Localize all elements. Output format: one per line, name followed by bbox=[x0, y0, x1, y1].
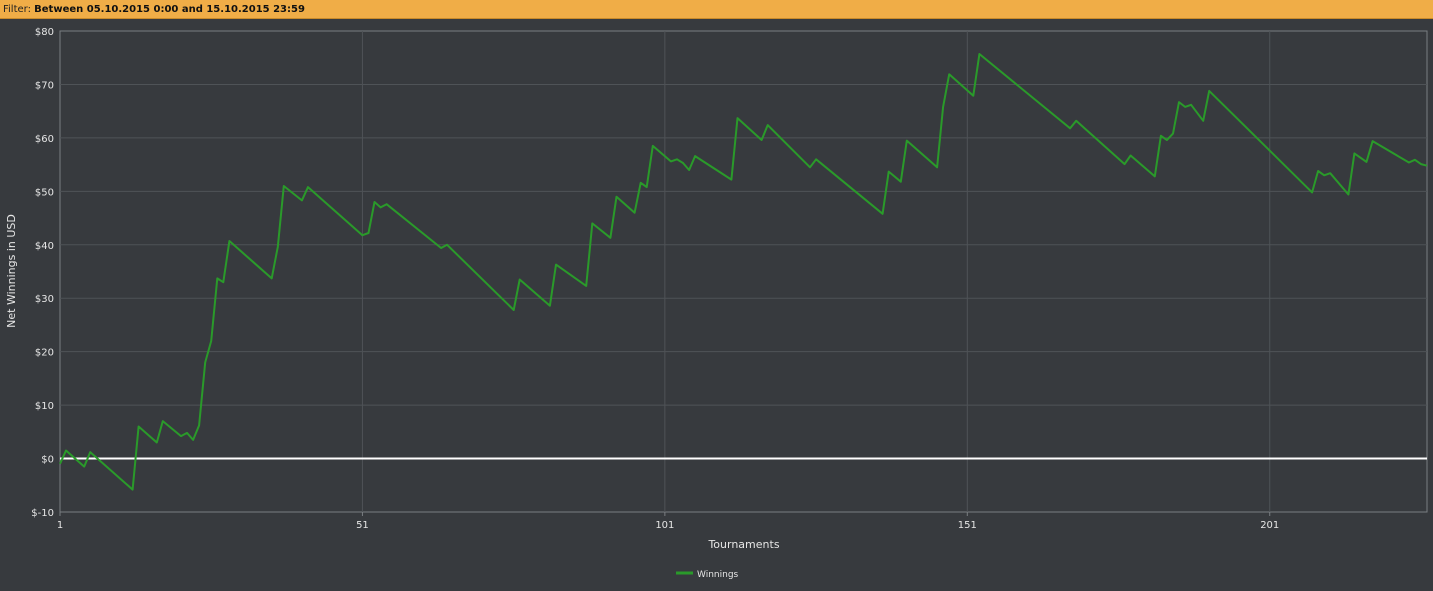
chart-area: $-10 $0 $10 $20 $30 $40 $50 $60 $70 $80 1 51 101 151… bbox=[0, 19, 1433, 591]
filter-value: Between 05.10.2015 0:00 and 15.10.2015 2… bbox=[34, 4, 305, 15]
y-tick-label: $30 bbox=[35, 294, 54, 305]
x-tick-label: 51 bbox=[356, 520, 369, 531]
y-tick-label: $50 bbox=[35, 187, 54, 198]
x-tick-label: 151 bbox=[958, 520, 977, 531]
y-tick-label: $40 bbox=[35, 241, 54, 252]
x-tick-label: 101 bbox=[655, 520, 674, 531]
x-tick-label: 1 bbox=[57, 520, 63, 531]
x-tick-label: 201 bbox=[1260, 520, 1279, 531]
x-axis-title: Tournaments bbox=[707, 538, 779, 551]
filter-bar: Filter: Between 05.10.2015 0:00 and 15.1… bbox=[0, 0, 1433, 19]
y-tick-label: $-10 bbox=[31, 508, 54, 519]
y-tick-label: $80 bbox=[35, 27, 54, 38]
y-tick-label: $0 bbox=[41, 455, 54, 466]
y-axis-title: Net Winnings in USD bbox=[5, 214, 18, 328]
y-tick-labels: $-10 $0 $10 $20 $30 $40 $50 $60 $70 $80 bbox=[31, 27, 54, 519]
y-tick-label: $70 bbox=[35, 80, 54, 91]
filter-label: Filter: bbox=[3, 4, 31, 15]
legend-label-winnings: Winnings bbox=[697, 570, 739, 580]
y-tick-label: $10 bbox=[35, 401, 54, 412]
legend: Winnings bbox=[676, 570, 739, 580]
winnings-chart: $-10$0$10$20$30$40$50$60$70$80 1 51 101 151… bbox=[5, 27, 1428, 580]
x-tick-labels: 1 51 101 151 201 bbox=[57, 512, 1279, 531]
y-tick-label: $20 bbox=[35, 348, 54, 359]
y-tick-label: $60 bbox=[35, 134, 54, 145]
